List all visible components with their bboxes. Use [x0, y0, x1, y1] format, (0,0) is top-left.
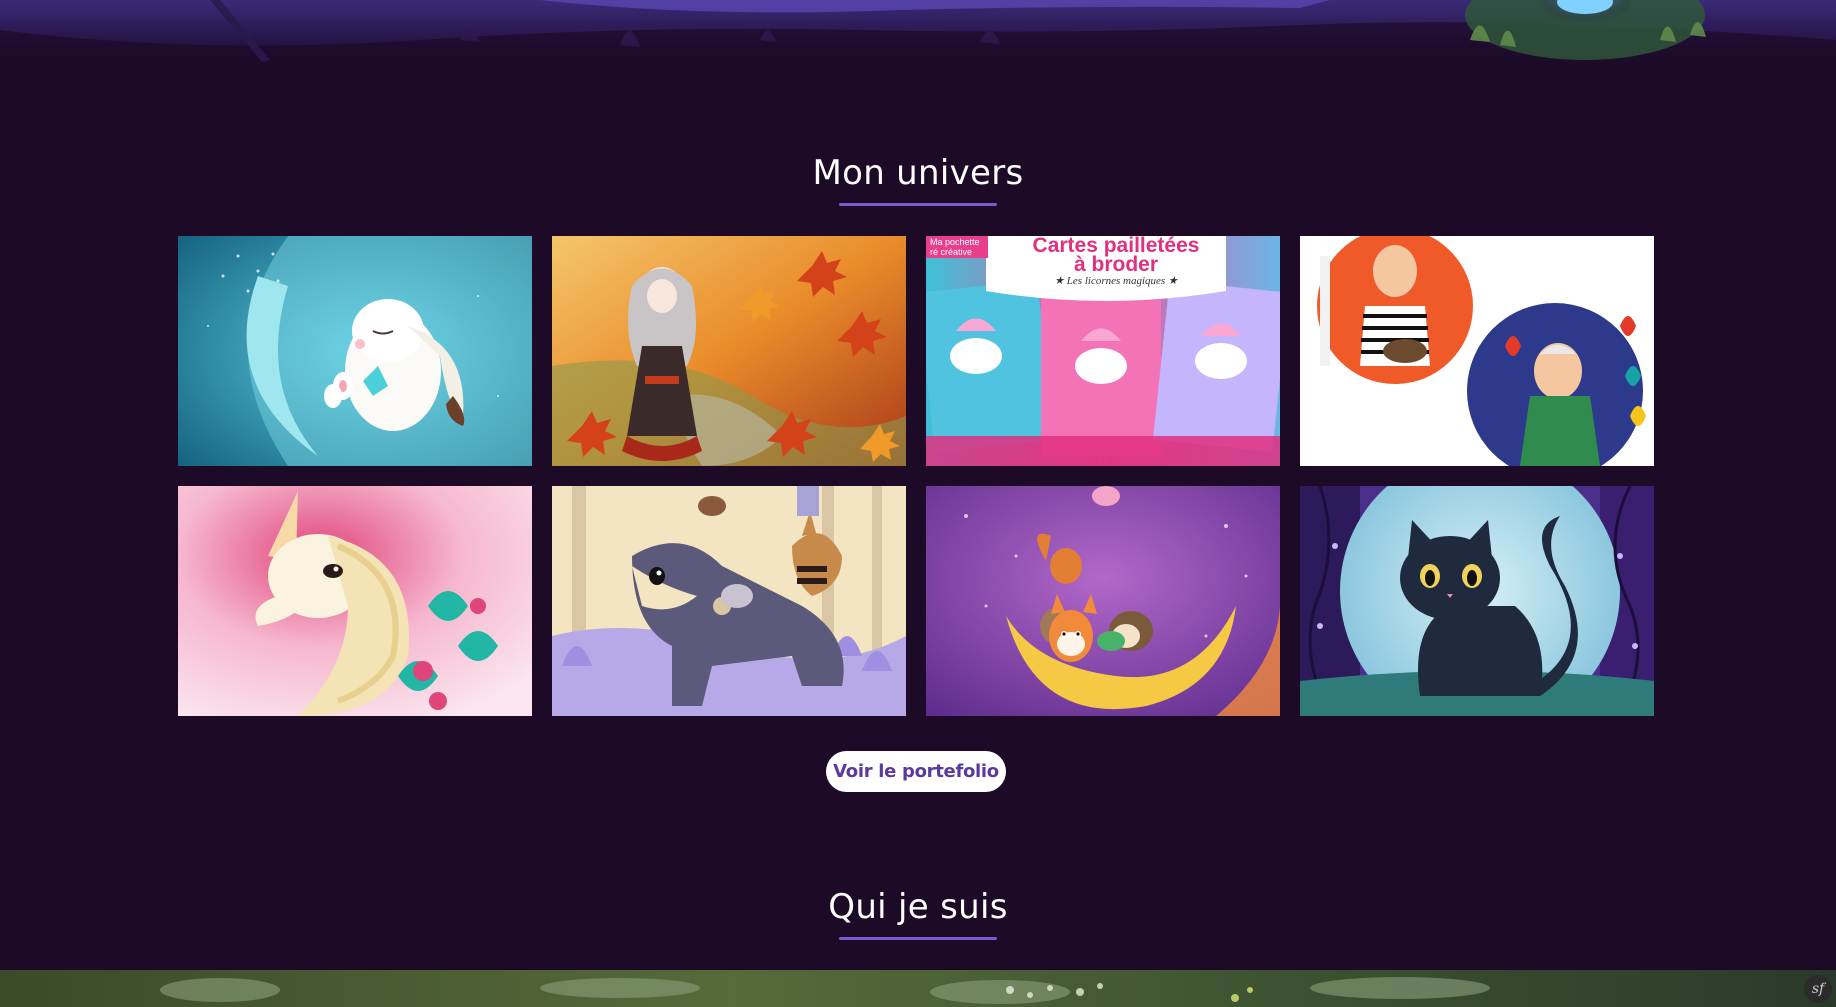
product-tag-line1: Ma pochette — [930, 237, 980, 247]
gallery-item-wolf[interactable] — [552, 486, 906, 716]
artwork-image — [1300, 236, 1654, 466]
artwork-image — [178, 236, 532, 466]
product-title-line2: à broder — [1074, 253, 1158, 276]
section-title: Mon univers — [812, 153, 1024, 193]
section-title: Qui je suis — [828, 887, 1008, 927]
gallery-item-black-cat[interactable] — [1300, 486, 1654, 716]
gallery-item-unicorn[interactable] — [178, 486, 532, 716]
section-qui-heading: Qui je suis — [0, 887, 1836, 940]
gallery-item-autumn-girl[interactable] — [552, 236, 906, 466]
debug-toolbar-toggle[interactable]: sf — [1804, 975, 1832, 1003]
view-portfolio-button[interactable]: Voir le portefolio — [826, 751, 1006, 792]
next-section-illustration-top: sf — [0, 970, 1836, 1007]
artwork-image: Ma pochette ré créative Cartes pailletée… — [926, 236, 1280, 466]
portfolio-gallery: Ma pochette ré créative Cartes pailletée… — [178, 236, 1655, 716]
artwork-image — [926, 486, 1280, 716]
artwork-image — [552, 236, 906, 466]
title-underline — [839, 203, 997, 206]
gallery-item-painters[interactable] — [1300, 236, 1654, 466]
product-tag-line2: ré créative — [930, 247, 972, 257]
section-univers-heading: Mon univers — [0, 153, 1836, 206]
artwork-image — [178, 486, 532, 716]
product-subtitle: ★ Les licornes magiques ★ — [1054, 275, 1179, 287]
hero-illustration-bottom — [0, 0, 1836, 75]
gallery-item-cartes-paillettes[interactable]: Ma pochette ré créative Cartes pailletée… — [926, 236, 1280, 466]
artwork-image — [1300, 486, 1654, 716]
gallery-item-bunny-moon[interactable] — [178, 236, 532, 466]
gallery-item-animals-moon[interactable] — [926, 486, 1280, 716]
artwork-image — [552, 486, 906, 716]
title-underline — [839, 937, 997, 940]
